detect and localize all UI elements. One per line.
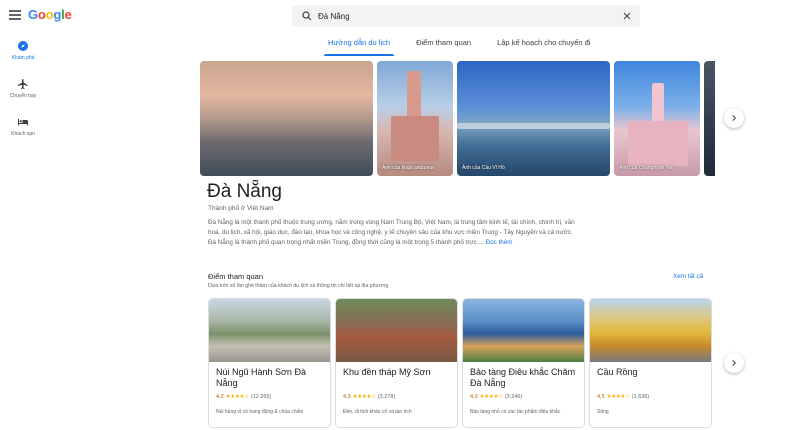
attraction-description: Bảo tàng nhỏ có các tác phẩm điêu khắc [470, 409, 561, 415]
page-subtitle: Thành phố ở Việt Nam [208, 205, 274, 212]
attraction-description: Đền, di tích khảo cổ và tàn tích [343, 409, 412, 415]
star-rating-icon: ★★★★☆ [352, 394, 376, 400]
nav-item-label: Khám phá [11, 55, 35, 61]
destination-description: Đà Nẵng là một thành phố thuộc trung ươn… [208, 218, 578, 248]
hero-photo-cathedral[interactable]: Ảnh của krabi andaman [377, 61, 453, 176]
hero-photo-city[interactable] [200, 61, 373, 176]
hero-photo-pink-church[interactable]: Ảnh của Changhyun Yoo [614, 61, 700, 176]
attraction-rating: 4,0 ★★★★☆ (3.246) [470, 394, 522, 400]
attraction-description: Núi hùng vĩ có hang động & chùa chiền [216, 409, 304, 415]
read-more-link[interactable]: Đọc thêm [486, 239, 513, 246]
attraction-image [209, 299, 330, 362]
nav-item-label: Khách sạn [11, 131, 35, 137]
nav-item-explore[interactable]: Khám phá [0, 36, 46, 74]
hero-photo-strip: Ảnh của krabi andaman Ảnh của Cầu Vĩ Hồ … [200, 61, 715, 176]
attractions-heading: Điểm tham quan [208, 272, 264, 281]
tab-plan-trip[interactable]: Lập kế hoạch cho chuyến đi [493, 36, 594, 56]
review-count: (12.265) [250, 394, 272, 400]
attraction-name: Khu đền tháp Mỹ Sơn [343, 367, 431, 377]
attraction-cards: Núi Ngũ Hành Sơn Đà Nẵng 4,2 ★★★★☆ (12.2… [208, 298, 714, 430]
attraction-image [590, 299, 711, 362]
nav-item-label: Chuyến bay [9, 93, 37, 99]
search-box[interactable] [292, 5, 640, 27]
star-rating-icon: ★★★★☆ [606, 394, 630, 400]
nav-item-hotels[interactable]: Khách sạn [0, 112, 46, 150]
attraction-name: Cầu Rồng [597, 367, 638, 377]
attraction-image [463, 299, 584, 362]
hero-next-button[interactable] [724, 108, 744, 128]
page-title: Đà Nẵng [207, 181, 282, 202]
attraction-rating: 4,3 ★★★★☆ (3.278) [343, 394, 395, 400]
hotel-icon [18, 119, 28, 126]
attraction-card[interactable]: Núi Ngũ Hành Sơn Đà Nẵng 4,2 ★★★★☆ (12.2… [208, 298, 331, 428]
chevron-right-icon [732, 359, 737, 367]
rating-value: 4,0 [470, 394, 478, 400]
description-text: Đà Nẵng là một thành phố thuộc trung ươn… [208, 219, 575, 246]
photo-caption: Ảnh của Changhyun Yoo [619, 165, 675, 171]
attraction-rating: 4,2 ★★★★☆ (12.265) [216, 394, 271, 400]
rating-value: 4,2 [216, 394, 224, 400]
tab-travel-guide[interactable]: Hướng dẫn du lịch [324, 36, 395, 56]
tab-bar: Hướng dẫn du lịch Điểm tham quan Lập kế … [324, 36, 613, 56]
chevron-right-icon [732, 114, 737, 122]
star-rating-icon: ★★★★☆ [479, 394, 503, 400]
hero-photo-partial[interactable] [704, 61, 715, 176]
rating-value: 4,5 [597, 394, 605, 400]
review-count: (3.246) [504, 394, 523, 400]
menu-icon[interactable] [9, 10, 21, 20]
photo-caption: Ảnh của krabi andaman [382, 165, 435, 171]
tab-attractions[interactable]: Điểm tham quan [412, 36, 475, 56]
flight-icon [18, 79, 28, 89]
clear-icon[interactable] [622, 11, 632, 21]
search-input[interactable] [318, 8, 608, 24]
attraction-card[interactable]: Bảo tàng Điêu khắc Chăm Đà Nẵng 4,0 ★★★★… [462, 298, 585, 428]
attraction-rating: 4,5 ★★★★☆ (1.636) [597, 394, 649, 400]
explore-icon [18, 41, 28, 51]
attraction-description: Sông [597, 409, 609, 415]
review-count: (1.636) [631, 394, 650, 400]
attractions-subheading: Dựa trên số lần ghé thăm của khách du lị… [208, 283, 389, 289]
attraction-image [336, 299, 457, 362]
hero-photo-bridge[interactable]: Ảnh của Cầu Vĩ Hồ [457, 61, 610, 176]
review-count: (3.278) [377, 394, 396, 400]
photo-caption: Ảnh của Cầu Vĩ Hồ [462, 165, 505, 171]
nav-item-flights[interactable]: Chuyến bay [0, 74, 46, 112]
star-rating-icon: ★★★★☆ [225, 394, 249, 400]
attraction-card[interactable]: Cầu Rồng 4,5 ★★★★☆ (1.636) Sông [589, 298, 712, 428]
attraction-card[interactable]: Khu đền tháp Mỹ Sơn 4,3 ★★★★☆ (3.278) Đề… [335, 298, 458, 428]
attraction-name: Núi Ngũ Hành Sơn Đà Nẵng [216, 367, 306, 388]
search-icon [302, 11, 312, 21]
see-all-link[interactable]: Xem tất cả [673, 273, 703, 280]
attractions-next-button[interactable] [724, 353, 744, 373]
top-bar: Google [0, 0, 800, 32]
google-logo[interactable]: Google [28, 7, 72, 22]
attraction-name: Bảo tàng Điêu khắc Chăm Đà Nẵng [470, 367, 576, 388]
rating-value: 4,3 [343, 394, 351, 400]
side-nav: Khám phá Chuyến bay Khách sạn [0, 36, 46, 150]
